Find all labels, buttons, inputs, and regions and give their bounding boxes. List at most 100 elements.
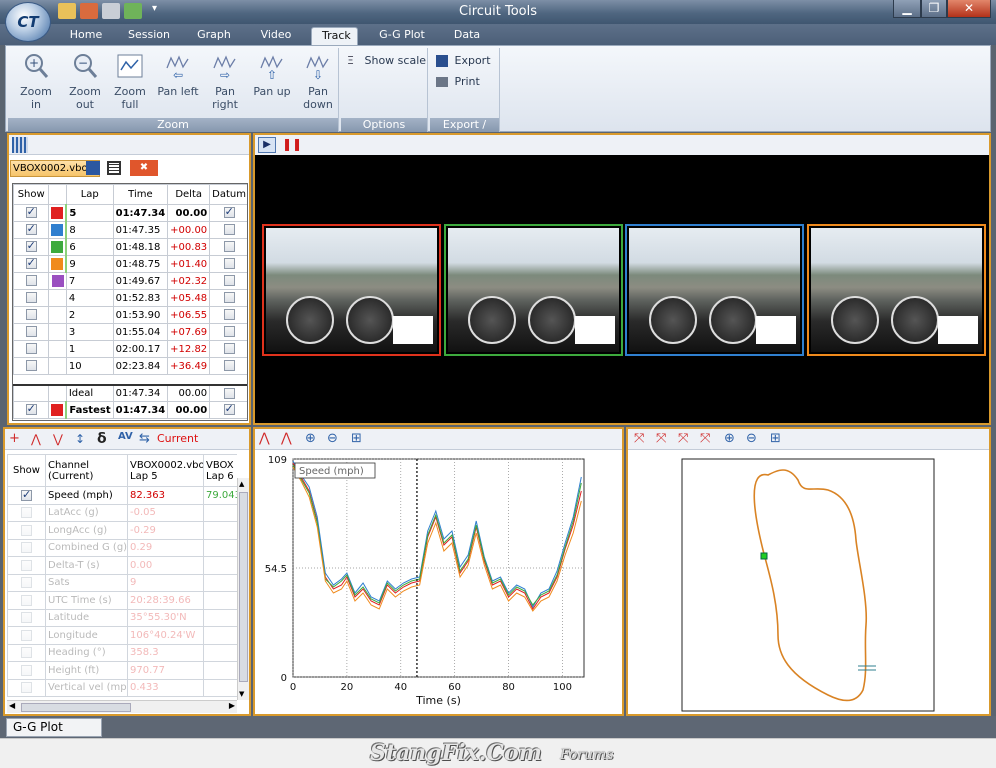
channel-show-checkbox[interactable] bbox=[21, 542, 32, 553]
datum-checkbox[interactable] bbox=[223, 387, 235, 399]
channel-col-header[interactable]: Channel (Current) bbox=[45, 454, 128, 487]
datum-checkbox[interactable] bbox=[223, 402, 235, 416]
channel-horizontal-scrollbar[interactable]: ◀ ▶ bbox=[7, 700, 237, 713]
datum-checkbox[interactable] bbox=[223, 343, 235, 355]
speed-chart[interactable]: 0 20 40 60 80 100 0 54.5 109 Time (s) Speed (mph) bbox=[255, 450, 622, 714]
channel-row[interactable]: UTC Time (s) 20:28:39.66 bbox=[7, 591, 237, 610]
av-icon[interactable]: AV bbox=[118, 431, 134, 447]
video-thumbnail[interactable] bbox=[625, 224, 804, 356]
channel-show-checkbox[interactable] bbox=[21, 507, 32, 518]
valley-marker-icon[interactable]: ⋁ bbox=[53, 432, 69, 448]
pause-icon[interactable]: ❚❚ bbox=[282, 137, 302, 153]
lap-row[interactable]: 901:48.75+01.40 bbox=[13, 255, 247, 273]
channel-row[interactable]: Height (ft) 970.77 bbox=[7, 661, 237, 680]
channel-show-checkbox[interactable] bbox=[21, 612, 32, 623]
pan-left-button[interactable]: ⇦ Pan left bbox=[156, 52, 200, 98]
channel-row[interactable]: Delta-T (s) 0.00 bbox=[7, 556, 237, 575]
pan-up-button[interactable]: ⇧ Pan up bbox=[250, 52, 294, 98]
table-icon[interactable] bbox=[107, 161, 121, 175]
delta-icon[interactable]: δ bbox=[97, 431, 113, 447]
open-folder-icon[interactable] bbox=[58, 3, 76, 19]
show-checkbox[interactable] bbox=[25, 222, 37, 236]
channel-show-checkbox[interactable] bbox=[21, 488, 32, 501]
zoom-out-button[interactable]: − Zoom out bbox=[63, 52, 107, 111]
channel-row[interactable]: Vertical vel (mph)0.433 bbox=[7, 678, 237, 697]
channel-show-checkbox[interactable] bbox=[21, 524, 32, 536]
datum-checkbox[interactable] bbox=[223, 292, 235, 304]
graph-zoom-in-icon[interactable]: ⊕ bbox=[305, 431, 321, 447]
zoom-in-button[interactable]: + Zoom in bbox=[14, 52, 58, 111]
tab-video[interactable]: Video bbox=[250, 27, 302, 45]
channel-show-checkbox[interactable] bbox=[21, 629, 32, 641]
channel-show-checkbox[interactable] bbox=[21, 682, 32, 693]
show-scale-button[interactable]: Ξ Show scale bbox=[347, 52, 426, 70]
datum-checkbox[interactable] bbox=[223, 258, 235, 270]
graph-cursor-icon[interactable]: ⋀ bbox=[281, 431, 297, 447]
map-tool-3-icon[interactable]: ⤧ bbox=[678, 431, 694, 447]
channel-row[interactable]: Longitude 106°40.24'W bbox=[7, 626, 237, 645]
show-checkbox[interactable] bbox=[25, 326, 37, 338]
quick-access-dropdown-icon[interactable]: ▾ bbox=[152, 3, 157, 14]
lap-row[interactable]: 4 01:52.83 +05.48 bbox=[13, 289, 247, 307]
map-tool-4-icon[interactable]: ⤧ bbox=[700, 431, 716, 447]
hscroll-thumb[interactable] bbox=[21, 703, 131, 712]
show-checkbox[interactable] bbox=[25, 309, 37, 321]
tab-data[interactable]: Data bbox=[443, 27, 491, 45]
channel-row[interactable]: Speed (mph)82.36379.043 bbox=[7, 486, 237, 505]
play-icon[interactable]: ▶ bbox=[258, 137, 276, 153]
datum-checkbox[interactable] bbox=[223, 241, 235, 253]
pan-right-button[interactable]: ⇨ Pan right bbox=[203, 52, 247, 111]
lap-col-header[interactable] bbox=[48, 184, 67, 205]
map-zoom-in-icon[interactable]: ⊕ bbox=[724, 431, 740, 447]
channel-row[interactable]: Combined G (g) 0.29 bbox=[7, 538, 237, 557]
scroll-right-icon[interactable]: ▶ bbox=[229, 701, 235, 710]
cursor-cross-icon[interactable]: + bbox=[9, 432, 25, 448]
scroll-thumb[interactable] bbox=[239, 492, 248, 682]
show-checkbox[interactable] bbox=[25, 402, 37, 416]
graph-fit-icon[interactable]: ⊞ bbox=[351, 431, 367, 447]
tab-session[interactable]: Session bbox=[118, 27, 178, 45]
scroll-left-icon[interactable]: ◀ bbox=[9, 701, 15, 710]
tab-home[interactable]: Home bbox=[53, 27, 119, 45]
graph-zoom-out-icon[interactable]: ⊖ bbox=[327, 431, 343, 447]
show-checkbox[interactable] bbox=[25, 343, 37, 355]
channel-row[interactable]: Latitude 35°55.30'N bbox=[7, 608, 237, 627]
channel-col-header[interactable]: VBOX Lap 6 bbox=[203, 454, 237, 487]
tab-track[interactable]: Track bbox=[311, 27, 358, 45]
map-fit-icon[interactable]: ⊞ bbox=[770, 431, 786, 447]
fastest-row[interactable]: Fastest01:47.3400.00 bbox=[13, 401, 247, 419]
lap-row[interactable]: 2 01:53.90 +06.55 bbox=[13, 306, 247, 324]
channel-row[interactable]: Sats 9 bbox=[7, 573, 237, 592]
lap-row[interactable]: 601:48.18+00.83 bbox=[13, 238, 247, 256]
datum-checkbox[interactable] bbox=[223, 309, 235, 321]
channel-col-header[interactable]: Show bbox=[7, 454, 46, 487]
pan-down-button[interactable]: ⇩ Pan down bbox=[296, 52, 340, 111]
channel-row[interactable]: LatAcc (g) -0.05 bbox=[7, 503, 237, 522]
show-checkbox[interactable] bbox=[25, 205, 37, 219]
lap-col-header[interactable]: Delta bbox=[167, 184, 211, 205]
open-file-icon[interactable] bbox=[80, 3, 98, 19]
channel-show-checkbox[interactable] bbox=[21, 594, 32, 606]
video-thumbnail[interactable] bbox=[262, 224, 441, 356]
app-menu-button[interactable]: CT bbox=[5, 2, 51, 42]
tab-graph[interactable]: Graph bbox=[186, 27, 242, 45]
lap-row[interactable]: 7 01:49.67 +02.32 bbox=[13, 272, 247, 290]
zoom-full-button[interactable]: Zoom full bbox=[108, 52, 152, 111]
tab-g-g-plot[interactable]: G-G Plot bbox=[368, 27, 436, 45]
columns-icon[interactable] bbox=[12, 137, 28, 153]
track-map[interactable] bbox=[628, 450, 989, 714]
lap-row[interactable]: 3 01:55.04 +07.69 bbox=[13, 323, 247, 341]
channel-row[interactable]: Heading (°) 358.3 bbox=[7, 643, 237, 662]
channel-show-checkbox[interactable] bbox=[21, 559, 32, 571]
tools-icon[interactable] bbox=[102, 3, 120, 19]
minimize-button[interactable]: ▁ bbox=[893, 0, 921, 18]
show-checkbox[interactable] bbox=[25, 256, 37, 270]
channel-show-checkbox[interactable] bbox=[21, 647, 32, 658]
export-button[interactable]: Export bbox=[436, 52, 491, 70]
lap-row[interactable]: 10 02:23.84 +36.49 bbox=[13, 357, 247, 375]
lap-col-header[interactable]: Time bbox=[112, 184, 169, 205]
channel-col-header[interactable]: VBOX0002.vbo Lap 5 bbox=[127, 454, 204, 487]
graph-peak-icon[interactable]: ⋀ bbox=[259, 431, 275, 447]
datum-checkbox[interactable] bbox=[223, 224, 235, 236]
scroll-up-icon[interactable]: ▲ bbox=[239, 480, 244, 488]
